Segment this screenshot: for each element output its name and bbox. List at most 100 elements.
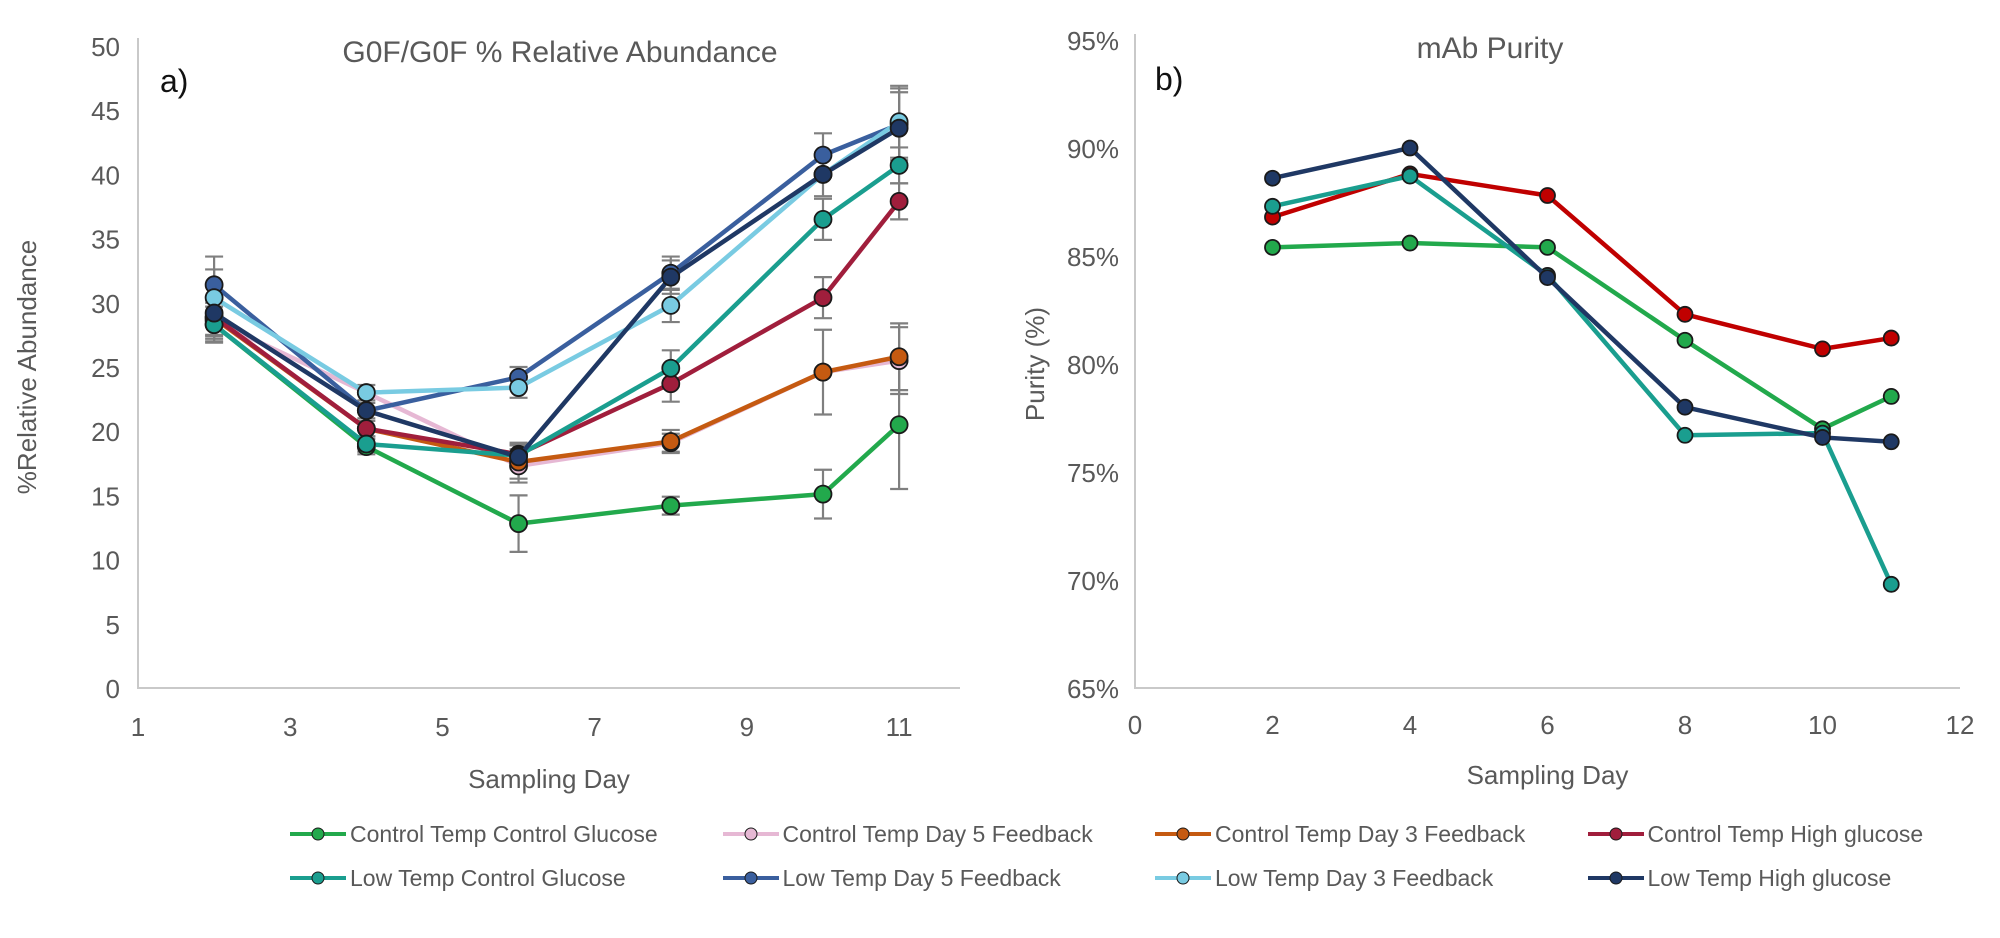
panel-b-data-point (1882, 329, 1900, 347)
legend-item[interactable]: Low Temp Control Glucose (290, 856, 723, 900)
legend-marker-icon (311, 827, 325, 841)
panel-a-ytick-label: 45 (91, 96, 120, 126)
panel-b-xtick-label: 8 (1678, 710, 1692, 740)
panel-b-data-point (1264, 238, 1281, 256)
panel-a-xtick-label: 5 (435, 712, 449, 742)
legend-item[interactable]: Control Temp High glucose (1587, 812, 2000, 856)
panel-a-data-point (356, 419, 376, 439)
panel-a-xtick-label: 1 (131, 712, 145, 742)
panel-b-title: mAb Purity (1417, 32, 1564, 65)
panel-a-series (204, 191, 909, 464)
legend-item-label: Control Temp High glucose (1647, 820, 1924, 847)
panel-b-data-point (1814, 340, 1831, 358)
panel-b-ytick-label: 80% (1067, 350, 1119, 380)
panel-b-data-point (1814, 429, 1831, 446)
panel-a-data-point (661, 295, 681, 315)
panel-b-x-axis-title: Sampling Day (1467, 760, 1629, 790)
legend-item-label: Low Temp High glucose (1647, 864, 1892, 891)
panel-b-ytick-label: 90% (1067, 134, 1119, 164)
legend-item-label: Low Temp Control Glucose (350, 864, 626, 891)
panel-a-data-point (813, 209, 833, 229)
panel-b-axis-lines (1134, 34, 1960, 689)
panel-a-x-axis-title: Sampling Day (468, 764, 630, 794)
panel-b-data-point (1676, 331, 1694, 349)
panel-a-data-point (889, 415, 909, 435)
panel-b-plot: mAb Purity b) 65% 70% 75% 80% 85% 90% 95% 0 2 4 6 8 10… (1020, 26, 1975, 790)
panel-a-data-point (509, 378, 528, 397)
panel-b-data-point (1676, 426, 1694, 444)
panel-b-xtick-label: 12 (1946, 710, 1975, 740)
legend-marker-icon (1609, 871, 1622, 885)
panel-a-data-point (356, 401, 376, 421)
panel-a-xtick-label: 3 (283, 712, 297, 742)
panel-b-data-point (1676, 305, 1694, 323)
legend-marker-icon (1176, 827, 1190, 841)
panel-b-ytick-label: 85% (1067, 242, 1119, 272)
panel-a-g0f-relative-abundance: G0F/G0F % Relative Abundance a) 0 5 10 15 20 25… (0, 0, 1010, 810)
panel-b-data-point (1882, 575, 1900, 593)
panel-a-data-point (889, 156, 909, 175)
legend-item-label: Control Temp Day 3 Feedback (1215, 820, 1526, 847)
panel-b-data-point (1882, 387, 1900, 405)
panel-a-series (204, 112, 909, 403)
panel-b-mab-purity: mAb Purity b) 65% 70% 75% 80% 85% 90% 95% 0 2 4 6 8 10… (1010, 0, 2000, 810)
panel-a-data-point (813, 288, 833, 308)
panel-a-data-point (813, 362, 833, 382)
panel-b-data-point (1264, 197, 1281, 215)
panel-b-data-point (1539, 238, 1556, 256)
panel-b-series (1264, 167, 1900, 593)
panel-b-data-point (1539, 187, 1556, 204)
panel-a-data-point (356, 434, 376, 454)
panel-b-data-point (1539, 269, 1556, 287)
panel-a-data-point (661, 374, 681, 394)
legend-item[interactable]: Low Temp Day 5 Feedback (722, 856, 1156, 900)
legend-swatch (1587, 869, 1644, 887)
legend-item[interactable]: Low Temp High glucose (1587, 856, 2000, 900)
legend-marker-icon (744, 827, 757, 841)
legend-marker-icon (311, 871, 325, 885)
panel-a-series-line (211, 199, 902, 457)
legend-grid: Control Temp Control Glucose Control Temp… (290, 812, 2000, 900)
panel-a-data-point (509, 447, 528, 467)
panel-b-series-line (1270, 173, 1894, 587)
panel-a-data-point (889, 118, 909, 138)
panel-b-ytick-label: 65% (1067, 674, 1119, 704)
panel-a-series (204, 315, 909, 534)
legend-item[interactable]: Control Temp Control Glucose (290, 812, 723, 856)
panel-a-ytick-label: 20 (91, 417, 120, 447)
panel-a-letter: a) (160, 63, 188, 99)
legend-item[interactable]: Low Temp Day 3 Feedback (1155, 856, 1588, 900)
legend-swatch (722, 825, 779, 843)
panel-b-xtick-label: 2 (1265, 710, 1279, 740)
panel-b-letter: b) (1155, 61, 1183, 97)
panel-a-ytick-label: 0 (106, 674, 120, 704)
panel-b-data-point (1882, 433, 1900, 451)
panel-a-ytick-label: 30 (91, 289, 120, 319)
panel-a-ytick-label: 25 (91, 353, 120, 383)
panel-a-data-point (813, 145, 833, 165)
legend-item[interactable]: Control Temp Day 5 Feedback (722, 812, 1156, 856)
panel-a-ytick-label: 50 (91, 32, 120, 62)
panel-a-data-point (661, 432, 681, 451)
panel-b-series (1264, 234, 1900, 438)
legend-swatch (1587, 825, 1644, 843)
panel-a-xtick-label: 9 (740, 712, 754, 742)
legend-marker-icon (744, 871, 757, 885)
panel-a-plot: G0F/G0F % Relative Abundancea)0510152025… (12, 32, 960, 794)
panel-a-title: G0F/G0F % Relative Abundance (342, 36, 777, 69)
panel-a-data-point (204, 288, 224, 308)
legend-marker-icon (1176, 871, 1190, 885)
panel-b-series-line (1270, 145, 1894, 445)
panel-b-series (1264, 165, 1900, 358)
legend-item-label: Low Temp Day 5 Feedback (782, 864, 1061, 891)
panel-b-ytick-label: 95% (1067, 26, 1119, 56)
panel-b-data-point (1401, 234, 1419, 252)
panel-a-series (204, 311, 909, 476)
panel-a-data-point (813, 164, 833, 184)
panel-a-ytick-label: 10 (91, 546, 120, 576)
legend-item-label: Control Temp Day 5 Feedback (782, 820, 1093, 847)
panel-a-ytick-label: 5 (106, 610, 120, 640)
panel-b-ytick-label: 70% (1067, 566, 1119, 596)
legend-item[interactable]: Control Temp Day 3 Feedback (1155, 812, 1588, 856)
panel-a-data-point (813, 484, 833, 504)
